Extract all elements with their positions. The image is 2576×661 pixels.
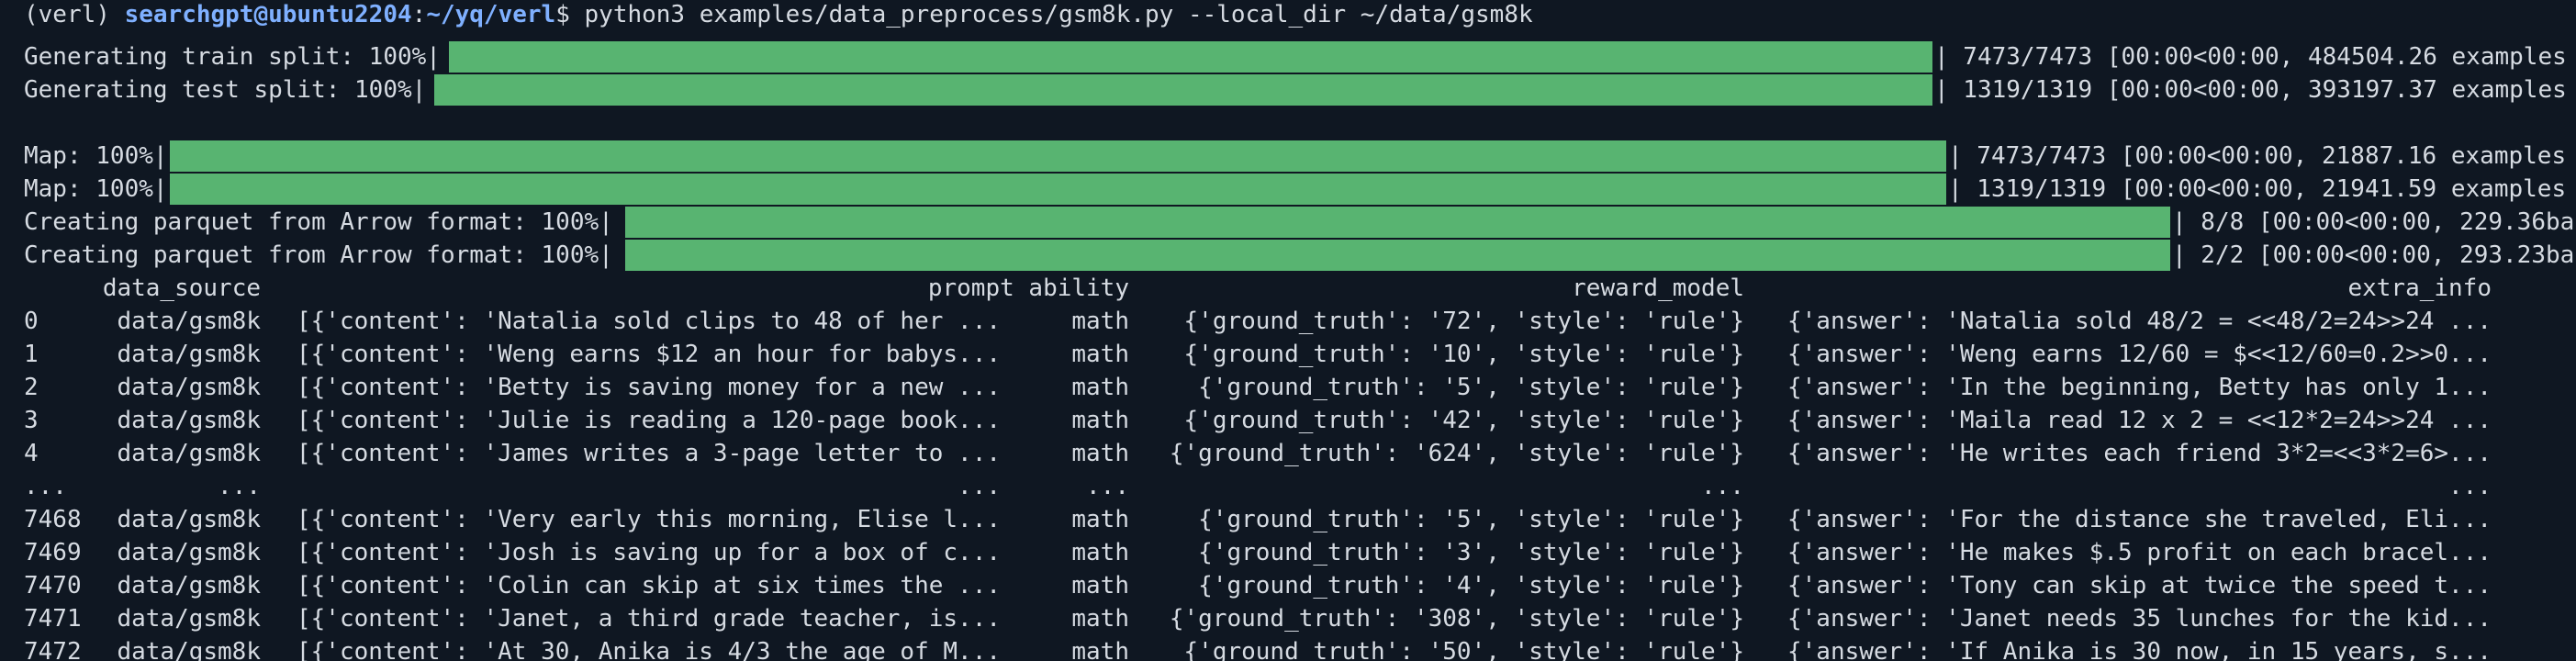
reward-model-cell: {'ground_truth': '308', 'style': 'rule'} xyxy=(1169,605,1744,633)
extra-info-cell: {'answer': 'Janet needs 35 lunches for t… xyxy=(1786,605,2492,633)
extra-info-cell: {'answer': 'He makes $.5 profit on each … xyxy=(1786,539,2492,566)
progress-bar-fill xyxy=(170,140,1946,172)
command-text: python3 examples/data_preprocess/gsm8k.p… xyxy=(584,1,1533,28)
extra-info-cell: {'answer': 'Natalia sold 48/2 = <<48/2=2… xyxy=(1786,308,2492,335)
ability-cell: math xyxy=(1071,539,1129,566)
data-source-cell: data/gsm8k xyxy=(117,308,261,335)
prompt-cell: [{'content': 'Natalia sold clips to 48 o… xyxy=(296,308,1001,335)
ability-cell: math xyxy=(1071,605,1129,633)
data-source-cell: data/gsm8k xyxy=(117,605,261,633)
data-source-cell: data/gsm8k xyxy=(117,341,261,368)
progress-bar-fill xyxy=(434,74,1932,106)
prompt-cell: [{'content': 'Betty is saving money for … xyxy=(296,374,1001,401)
prompt-cell: [{'content': 'Julie is reading a 120-pag… xyxy=(296,407,1001,434)
reward-model-cell: {'ground_truth': '10', 'style': 'rule'} xyxy=(1183,341,1744,368)
reward-model-cell: {'ground_truth': '42', 'style': 'rule'} xyxy=(1183,407,1744,434)
progress-label: Map: 100%| xyxy=(24,175,168,203)
data-source-cell: data/gsm8k xyxy=(117,539,261,566)
data-source-cell: data/gsm8k xyxy=(117,407,261,434)
progress-stats: | 8/8 [00:00<00:00, 229.36ba xyxy=(2172,208,2575,236)
prompt-cell: [{'content': 'James writes a 3-page lett… xyxy=(296,440,1001,467)
data-source-cell: data/gsm8k xyxy=(117,638,261,661)
extra-info-cell: ... xyxy=(2448,473,2492,500)
progress-bar-fill xyxy=(625,240,2170,271)
prompt-separator: : xyxy=(411,1,427,28)
reward-model-cell: {'ground_truth': '624', 'style': 'rule'} xyxy=(1169,440,1744,467)
table-header-reward-model: reward_model xyxy=(1572,274,1744,302)
ability-cell: math xyxy=(1071,308,1129,335)
reward-model-cell: {'ground_truth': '3', 'style': 'rule'} xyxy=(1198,539,1744,566)
prompt-cell: [{'content': 'Weng earns $12 an hour for… xyxy=(296,341,1001,368)
prompt-cell: [{'content': 'Colin can skip at six time… xyxy=(296,572,1001,599)
extra-info-cell: {'answer': 'Tony can skip at twice the s… xyxy=(1786,572,2492,599)
data-source-cell: data/gsm8k xyxy=(117,506,261,533)
reward-model-cell: {'ground_truth': '5', 'style': 'rule'} xyxy=(1198,506,1744,533)
progress-bar-fill xyxy=(625,207,2170,238)
progress-bar-fill xyxy=(449,41,1932,73)
progress-label: Map: 100%| xyxy=(24,142,168,170)
reward-model-cell: {'ground_truth': '72', 'style': 'rule'} xyxy=(1183,308,1744,335)
ability-cell: math xyxy=(1071,572,1129,599)
progress-stats: | 7473/7473 [00:00<00:00, 21887.16 examp… xyxy=(1948,142,2567,170)
reward-model-cell: ... xyxy=(1701,473,1744,500)
progress-stats: | 7473/7473 [00:00<00:00, 484504.26 exam… xyxy=(1934,43,2567,71)
progress-stats: | 1319/1319 [00:00<00:00, 21941.59 examp… xyxy=(1948,175,2567,203)
extra-info-cell: {'answer': 'For the distance she travele… xyxy=(1786,506,2492,533)
table-header-data-source: data_source xyxy=(102,274,261,302)
current-directory: ~/yq/verl xyxy=(426,1,556,28)
progress-stats: | 2/2 [00:00<00:00, 293.23ba xyxy=(2172,241,2575,269)
ability-cell: math xyxy=(1071,407,1129,434)
prompt-dollar: $ xyxy=(555,1,585,28)
ability-cell: math xyxy=(1071,341,1129,368)
table-header-prompt-ability: prompt ability xyxy=(927,274,1129,302)
prompt-cell: ... xyxy=(958,473,1001,500)
conda-env: (verl) xyxy=(24,1,125,28)
prompt-line: (verl) searchgpt@ubuntu2204:~/yq/verl$ p… xyxy=(24,0,1533,31)
terminal-window[interactable]: (verl) searchgpt@ubuntu2204:~/yq/verl$ p… xyxy=(0,0,2576,661)
prompt-cell: [{'content': 'Very early this morning, E… xyxy=(296,506,1001,533)
prompt-cell: [{'content': 'Janet, a third grade teach… xyxy=(296,605,1001,633)
reward-model-cell: {'ground_truth': '50', 'style': 'rule'} xyxy=(1183,638,1744,661)
progress-label: Generating test split: 100%| xyxy=(24,76,427,104)
reward-model-cell: {'ground_truth': '5', 'style': 'rule'} xyxy=(1198,374,1744,401)
data-source-cell: ... xyxy=(218,473,261,500)
prompt-cell: [{'content': 'At 30, Anika is 4/3 the ag… xyxy=(296,638,1001,661)
ability-cell: math xyxy=(1071,440,1129,467)
ability-cell: math xyxy=(1071,506,1129,533)
extra-info-cell: {'answer': 'Maila read 12 x 2 = <<12*2=2… xyxy=(1786,407,2492,434)
user-host: searchgpt@ubuntu2204 xyxy=(124,1,412,28)
ability-cell: ... xyxy=(1086,473,1129,500)
extra-info-cell: {'answer': 'If Anika is 30 now, in 15 ye… xyxy=(1786,638,2492,661)
ability-cell: math xyxy=(1071,374,1129,401)
ability-cell: math xyxy=(1071,638,1129,661)
data-source-cell: data/gsm8k xyxy=(117,440,261,467)
reward-model-cell: {'ground_truth': '4', 'style': 'rule'} xyxy=(1198,572,1744,599)
progress-label: Creating parquet from Arrow format: 100%… xyxy=(24,208,613,236)
progress-label: Generating train split: 100%| xyxy=(24,43,441,71)
data-source-cell: data/gsm8k xyxy=(117,572,261,599)
extra-info-cell: {'answer': 'In the beginning, Betty has … xyxy=(1786,374,2492,401)
prompt-cell: [{'content': 'Josh is saving up for a bo… xyxy=(296,539,1001,566)
progress-label: Creating parquet from Arrow format: 100%… xyxy=(24,241,613,269)
progress-bar-fill xyxy=(170,174,1946,205)
data-source-cell: data/gsm8k xyxy=(117,374,261,401)
progress-stats: | 1319/1319 [00:00<00:00, 393197.37 exam… xyxy=(1934,76,2567,104)
table-header-extra-info: extra_info xyxy=(2347,274,2492,302)
extra-info-cell: {'answer': 'Weng earns 12/60 = $<<12/60=… xyxy=(1786,341,2492,368)
extra-info-cell: {'answer': 'He writes each friend 3*2=<<… xyxy=(1786,440,2492,467)
